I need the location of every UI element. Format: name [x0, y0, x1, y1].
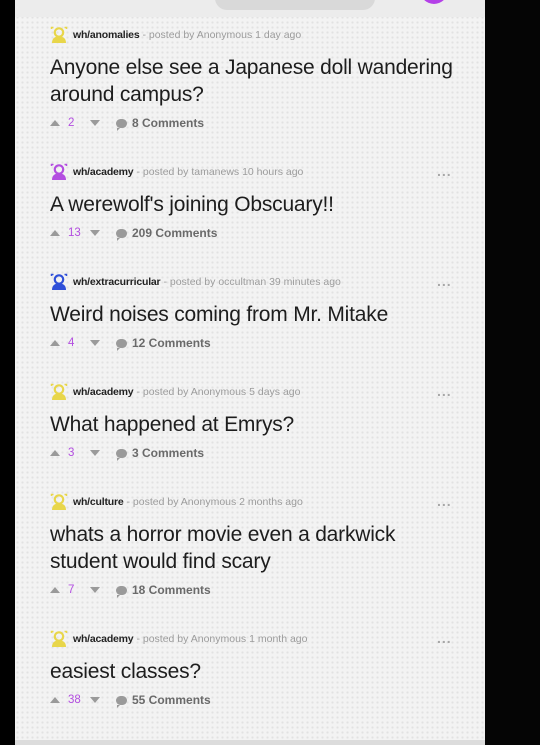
post-title[interactable]: Anyone else see a Japanese doll wanderin… — [50, 54, 460, 108]
channel-link[interactable]: wh/academy — [73, 633, 134, 645]
vote-count: 2 — [68, 117, 75, 129]
post-title[interactable]: A werewolf's joining Obscuary!! — [50, 191, 460, 218]
upvote-icon[interactable] — [50, 697, 60, 703]
more-options-icon[interactable]: ... — [437, 163, 452, 179]
comment-icon[interactable] — [116, 228, 127, 241]
comments-link[interactable]: 55 Comments — [132, 693, 211, 707]
vote-count: 3 — [68, 447, 75, 459]
comments-link[interactable]: 18 Comments — [132, 583, 211, 597]
comments-link[interactable]: 3 Comments — [132, 446, 204, 460]
upvote-icon[interactable] — [50, 587, 60, 593]
more-options-icon[interactable]: ... — [437, 383, 452, 399]
post-title[interactable]: Weird noises coming from Mr. Mitake — [50, 301, 460, 328]
downvote-icon[interactable] — [90, 230, 100, 236]
post-title[interactable]: whats a horror movie even a darkwick stu… — [50, 521, 460, 575]
channel-link[interactable]: wh/extracurricular — [73, 276, 161, 288]
comments-link[interactable]: 8 Comments — [132, 116, 204, 130]
channel-link[interactable]: wh/academy — [73, 386, 134, 398]
channel-avatar-icon — [50, 493, 68, 510]
top-bar — [15, 0, 485, 17]
posted-by-text: - posted by Anonymous 1 day ago — [142, 29, 302, 41]
more-options-icon[interactable]: ... — [437, 493, 452, 509]
comments-link[interactable]: 209 Comments — [132, 226, 217, 240]
comment-icon[interactable] — [116, 448, 127, 461]
post-meta: wh/academy - posted by tamanews 10 hours… — [50, 161, 306, 183]
post-actions: 3 3 Comments — [50, 445, 204, 461]
downvote-icon[interactable] — [90, 120, 100, 126]
posted-by-text: - posted by tamanews 10 hours ago — [136, 166, 304, 178]
vote-count: 13 — [68, 227, 81, 239]
search-bar[interactable] — [215, 0, 375, 10]
comment-icon[interactable] — [116, 338, 127, 351]
comments-link[interactable]: 12 Comments — [132, 336, 211, 350]
downvote-icon[interactable] — [90, 450, 100, 456]
next-post-peek — [15, 740, 485, 745]
downvote-icon[interactable] — [90, 340, 100, 346]
channel-avatar-icon — [50, 383, 68, 400]
channel-avatar-icon — [50, 273, 68, 290]
upvote-icon[interactable] — [50, 230, 60, 236]
posted-by-text: - posted by Anonymous 2 months ago — [126, 496, 303, 508]
posted-by-text: - posted by Anonymous 1 month ago — [136, 633, 308, 645]
comment-icon[interactable] — [116, 695, 127, 708]
post-actions: 4 12 Comments — [50, 335, 211, 351]
post-meta: wh/anomalies - posted by Anonymous 1 day… — [50, 24, 304, 46]
vote-count: 7 — [68, 584, 75, 596]
post-title[interactable]: easiest classes? — [50, 658, 460, 685]
vote-count: 4 — [68, 337, 75, 349]
upvote-icon[interactable] — [50, 120, 60, 126]
post-meta: wh/academy - posted by Anonymous 5 days … — [50, 381, 303, 403]
channel-link[interactable]: wh/anomalies — [73, 29, 140, 41]
post-actions: 7 18 Comments — [50, 582, 211, 598]
post-meta: wh/extracurricular - posted by occultman… — [50, 271, 344, 293]
comment-icon[interactable] — [116, 585, 127, 598]
upvote-icon[interactable] — [50, 340, 60, 346]
posted-by-text: - posted by Anonymous 5 days ago — [136, 386, 301, 398]
post-actions: 2 8 Comments — [50, 115, 204, 131]
post-actions: 13 209 Comments — [50, 225, 217, 241]
channel-avatar-icon — [50, 630, 68, 647]
post-meta: wh/culture - posted by Anonymous 2 month… — [50, 491, 306, 513]
posted-by-text: - posted by occultman 39 minutes ago — [163, 276, 341, 288]
channel-link[interactable]: wh/culture — [73, 496, 124, 508]
channel-avatar-icon — [50, 163, 68, 180]
more-options-icon[interactable]: ... — [437, 273, 452, 289]
comment-icon[interactable] — [116, 118, 127, 131]
downvote-icon[interactable] — [90, 587, 100, 593]
upvote-icon[interactable] — [50, 450, 60, 456]
post-title[interactable]: What happened at Emrys? — [50, 411, 460, 438]
more-options-icon[interactable]: ... — [437, 630, 452, 646]
post-meta: wh/academy - posted by Anonymous 1 month… — [50, 628, 310, 650]
post-actions: 38 55 Comments — [50, 692, 211, 708]
downvote-icon[interactable] — [90, 697, 100, 703]
channel-link[interactable]: wh/academy — [73, 166, 134, 178]
screen-edge — [485, 0, 540, 745]
channel-avatar-icon — [50, 26, 68, 43]
vote-count: 38 — [68, 694, 81, 706]
